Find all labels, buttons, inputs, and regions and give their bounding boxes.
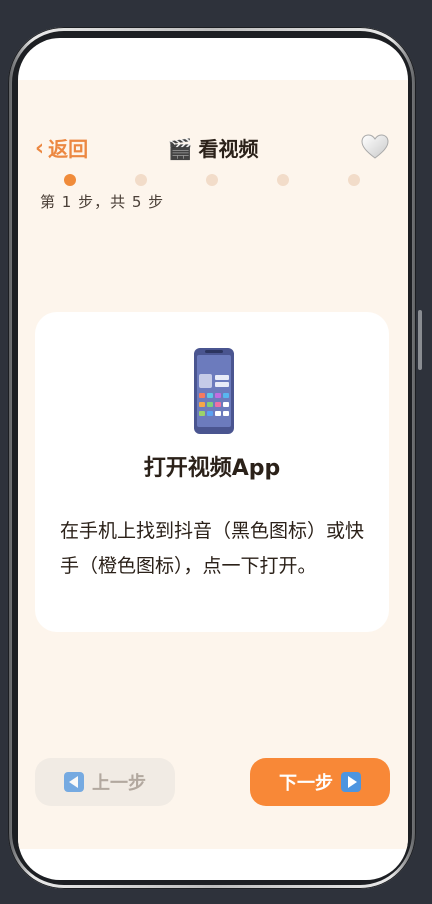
arrow-right-icon — [341, 772, 361, 792]
previous-step-label: 上一步 — [92, 773, 146, 794]
next-step-button[interactable]: 下一步 — [250, 758, 390, 806]
step-dot — [277, 174, 289, 186]
step-counter: 第 1 步，共 5 步 — [40, 193, 165, 211]
clapper-board-icon: 🎬 — [167, 137, 193, 161]
phone-screen: ‹ 返回 🎬 看视频 第 1 步，共 5 步 打开视频App 在手机上找到抖音（… — [18, 38, 408, 880]
step-dot-current — [64, 174, 76, 186]
page-title: 🎬 看视频 — [18, 134, 408, 164]
step-dot — [348, 174, 360, 186]
heart-icon — [361, 134, 389, 159]
page-title-text: 看视频 — [198, 137, 259, 161]
next-step-label: 下一步 — [279, 773, 333, 794]
arrow-left-icon — [64, 772, 84, 792]
mobile-phone-icon — [194, 348, 234, 434]
step-dot — [135, 174, 147, 186]
app-view: ‹ 返回 🎬 看视频 第 1 步，共 5 步 打开视频App 在手机上找到抖音（… — [18, 80, 408, 849]
card-title: 打开视频App — [143, 456, 281, 481]
side-button — [418, 310, 422, 370]
favorite-button[interactable] — [358, 130, 392, 164]
step-dot — [206, 174, 218, 186]
instruction-card: 打开视频App 在手机上找到抖音（黑色图标）或快手（橙色图标），点一下打开。 — [35, 312, 389, 632]
step-indicator — [18, 174, 408, 186]
previous-step-button[interactable]: 上一步 — [35, 758, 175, 806]
top-bar: ‹ 返回 🎬 看视频 — [18, 130, 408, 170]
card-description: 在手机上找到抖音（黑色图标）或快手（橙色图标），点一下打开。 — [60, 520, 365, 577]
